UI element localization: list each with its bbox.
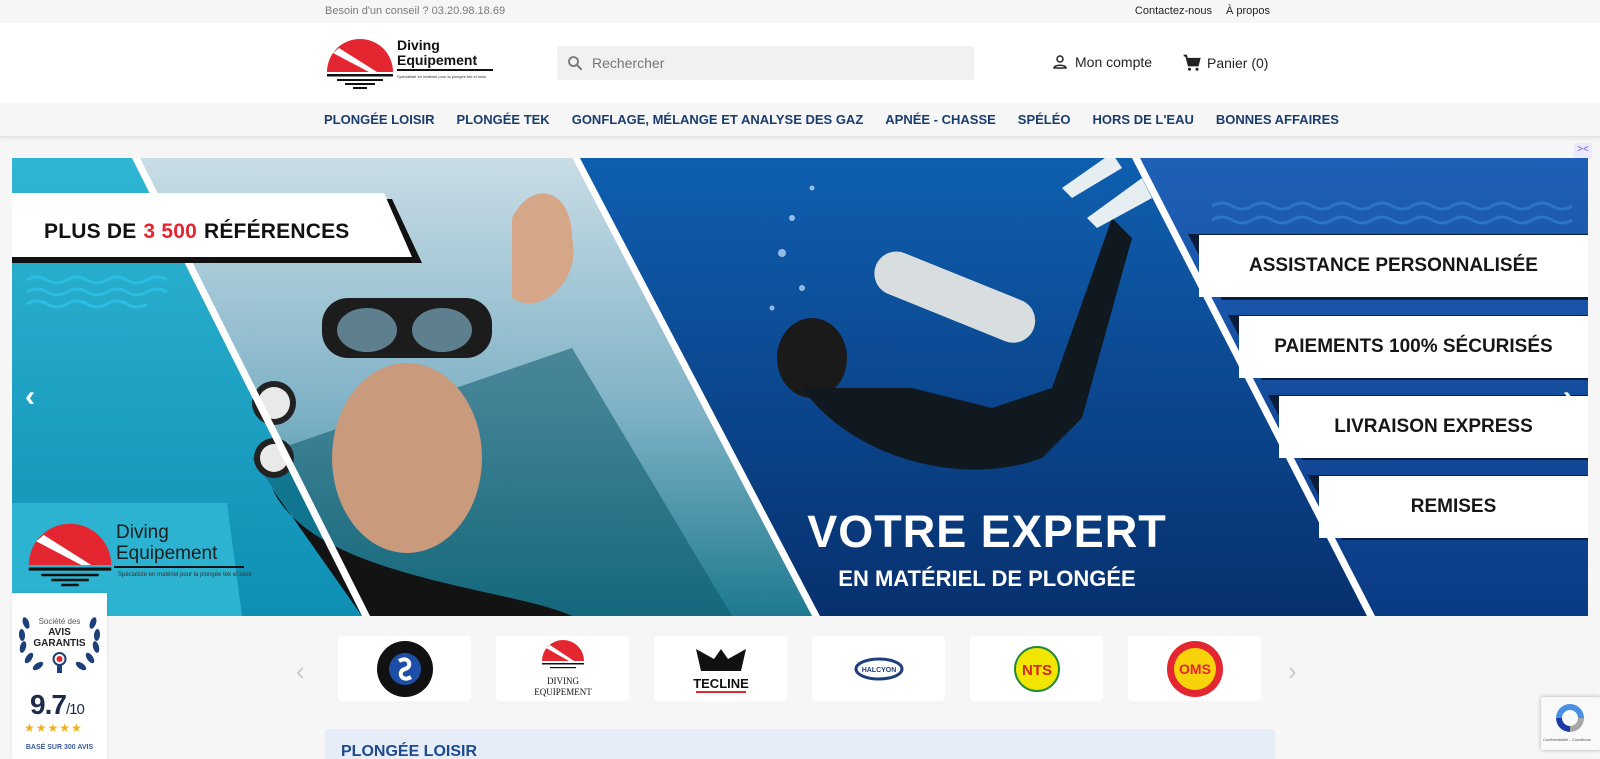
brand-card-oms[interactable]: OMS bbox=[1128, 636, 1261, 701]
logo-dive-flag-icon bbox=[327, 39, 393, 89]
banner-logo-text: Diving Equipement bbox=[116, 522, 217, 564]
recaptcha-badge[interactable]: Confidentialité - Conditions bbox=[1541, 697, 1600, 750]
references-number: 3 500 bbox=[143, 220, 197, 243]
account-link[interactable]: Mon compte bbox=[1051, 53, 1152, 71]
cart-link[interactable]: Panier (0) bbox=[1182, 53, 1268, 73]
brands-carousel: DIVING EQUIPEMENT TECLINE HALCYON NTS OM… bbox=[338, 636, 1261, 701]
nav-item-hors-de-leau[interactable]: HORS DE L'EAU bbox=[1093, 112, 1194, 127]
tecline-wordmark: TECLINE bbox=[693, 676, 749, 691]
section-title: PLONGÉE LOISIR bbox=[341, 743, 478, 759]
cart-label: Panier (0) bbox=[1207, 55, 1269, 71]
feature-assistance: ASSISTANCE PERSONNALISÉE bbox=[1199, 235, 1588, 297]
reviews-score-scale: /10 bbox=[65, 701, 85, 718]
references-suffix: RÉFÉRENCES bbox=[203, 220, 350, 243]
top-bar: Besoin d'un conseil ? 03.20.98.18.69 Con… bbox=[0, 0, 1600, 23]
oms-wordmark: OMS bbox=[1179, 661, 1211, 677]
halcyon-wordmark: HALCYON bbox=[861, 667, 896, 674]
logo-tagline: Spécialiste en matériel pour la plongée … bbox=[397, 74, 487, 79]
reviews-based-on: BASÉ SUR 300 AVIS bbox=[25, 744, 94, 751]
nav-item-plongee-tek[interactable]: PLONGÉE TEK bbox=[457, 112, 550, 127]
banner-logo-tagline: Spécialiste en matériel pour la plongée … bbox=[118, 572, 252, 578]
reviews-garantis-text: GARANTIS bbox=[33, 638, 86, 649]
oms-logo-icon: OMS bbox=[1166, 640, 1223, 697]
banner-logo-line-2: Equipement bbox=[116, 543, 218, 564]
banner-headline: VOTRE EXPERT EN MATÉRIEL DE PLONGÉE bbox=[787, 506, 1187, 592]
advice-phone-text: Besoin d'un conseil ? 03.20.98.18.69 bbox=[325, 5, 506, 17]
category-section: PLONGÉE LOISIR bbox=[325, 729, 1275, 759]
reviews-badge[interactable]: Société des AVIS GARANTIS 9.7/10 ★★★★★ B… bbox=[12, 593, 107, 759]
search-bar bbox=[557, 46, 974, 80]
nav-item-apnee-chasse[interactable]: APNÉE - CHASSE bbox=[885, 112, 996, 127]
brand-card-tecline[interactable]: TECLINE bbox=[654, 636, 787, 701]
brands-next-arrow-icon[interactable]: › bbox=[1288, 656, 1297, 687]
shopping-cart-icon bbox=[1183, 54, 1201, 71]
halcyon-logo-icon: HALCYON bbox=[854, 657, 903, 680]
references-callout: PLUS DE 3 500 RÉFÉRENCES bbox=[12, 199, 412, 265]
nav-item-bonnes-affaires[interactable]: BONNES AFFAIRES bbox=[1216, 112, 1339, 127]
logo-underline bbox=[397, 69, 493, 71]
references-prefix: PLUS DE bbox=[44, 220, 137, 243]
reviews-score-value: 9.7 bbox=[30, 689, 67, 720]
account-label: Mon compte bbox=[1075, 54, 1153, 70]
main-navigation: PLONGÉE LOISIR PLONGÉE TEK GONFLAGE, MÉL… bbox=[0, 103, 1600, 137]
diving-card-line-2: EQUIPEMENT bbox=[534, 687, 592, 697]
site-logo[interactable]: Diving Equipement Spécialiste en matérie… bbox=[325, 36, 493, 92]
subheadline-text: EN MATÉRIEL DE PLONGÉE bbox=[838, 566, 1136, 591]
feature-remises: REMISES bbox=[1319, 476, 1588, 538]
logo-line-1: Diving bbox=[397, 37, 440, 53]
search-input[interactable] bbox=[592, 55, 952, 71]
search-icon[interactable] bbox=[566, 54, 584, 72]
reviews-avis-text: AVIS bbox=[48, 627, 71, 638]
nav-item-speleo[interactable]: SPÉLÉO bbox=[1018, 112, 1071, 127]
banner-logo: Diving Equipement Spécialiste en matérie… bbox=[26, 520, 252, 590]
brand-card-scubapro[interactable] bbox=[338, 636, 471, 701]
slider-prev-arrow-icon[interactable]: ‹ bbox=[25, 380, 35, 414]
headline-text: VOTRE EXPERT bbox=[807, 506, 1167, 557]
slider-next-arrow-icon[interactable]: › bbox=[1563, 380, 1573, 414]
nts-logo-icon: NTS bbox=[1013, 645, 1060, 692]
banner-logo-dive-flag-icon bbox=[28, 523, 112, 587]
diving-card-line-1: DIVING bbox=[547, 676, 579, 686]
user-icon bbox=[1053, 55, 1067, 69]
nav-item-plongee-loisir[interactable]: PLONGÉE LOISIR bbox=[324, 112, 435, 127]
brands-prev-arrow-icon[interactable]: ‹ bbox=[296, 656, 305, 687]
feature-livraison: LIVRAISON EXPRESS bbox=[1279, 396, 1588, 458]
recaptcha-text: Confidentialité - Conditions bbox=[1543, 737, 1591, 742]
nav-item-gonflage[interactable]: GONFLAGE, MÉLANGE ET ANALYSE DES GAZ bbox=[572, 112, 864, 127]
nts-wordmark: NTS bbox=[1022, 662, 1052, 679]
reviews-star-rating-icon: ★★★★★ bbox=[24, 721, 83, 735]
about-link[interactable]: À propos bbox=[1226, 5, 1270, 17]
banner-logo-underline bbox=[114, 566, 244, 568]
reviews-line-2: AVIS GARANTIS bbox=[12, 627, 107, 649]
site-header: Diving Equipement Spécialiste en matérie… bbox=[0, 23, 1600, 103]
brand-card-diving-equipement[interactable]: DIVING EQUIPEMENT bbox=[496, 636, 629, 701]
contact-link[interactable]: Contactez-nous bbox=[1135, 5, 1212, 17]
brand-card-nts[interactable]: NTS bbox=[970, 636, 1103, 701]
feature-paiements: PAIEMENTS 100% SÉCURISÉS bbox=[1239, 316, 1588, 378]
top-links: Contactez-nous À propos bbox=[1135, 5, 1270, 17]
tecline-logo-icon: TECLINE bbox=[693, 649, 749, 693]
reviews-score: 9.7/10 bbox=[30, 689, 85, 721]
logo-line-2: Equipement bbox=[397, 52, 478, 68]
banner-logo-line-1: Diving bbox=[116, 522, 169, 543]
logo-text: Diving Equipement bbox=[397, 38, 477, 68]
recaptcha-icon bbox=[1556, 704, 1584, 732]
hero-banner-slider[interactable]: PLUS DE 3 500 RÉFÉRENCES ASSISTANCE PERS… bbox=[12, 158, 1588, 616]
collapse-widget-icon[interactable]: >< bbox=[1574, 143, 1592, 159]
reviews-line-1: Société des bbox=[38, 617, 81, 626]
diving-equipement-brand-logo: DIVING EQUIPEMENT bbox=[534, 639, 592, 697]
brand-card-halcyon[interactable]: HALCYON bbox=[812, 636, 945, 701]
scubapro-logo-icon bbox=[376, 640, 433, 697]
